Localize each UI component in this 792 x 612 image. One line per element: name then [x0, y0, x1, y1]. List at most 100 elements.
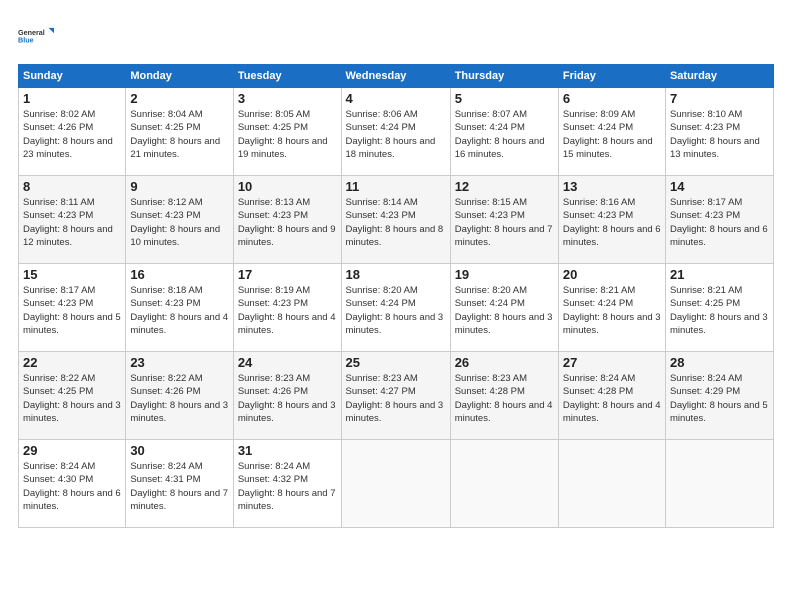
day-number: 31	[238, 443, 337, 458]
day-info: Sunrise: 8:18 AM Sunset: 4:23 PM Dayligh…	[130, 284, 228, 337]
calendar-cell: 14 Sunrise: 8:17 AM Sunset: 4:23 PM Dayli…	[665, 176, 773, 264]
day-number: 30	[130, 443, 228, 458]
day-number: 19	[455, 267, 554, 282]
day-number: 12	[455, 179, 554, 194]
calendar-table: SundayMondayTuesdayWednesdayThursdayFrid…	[18, 64, 774, 528]
logo-icon: General Blue	[18, 18, 54, 54]
calendar-cell: 11 Sunrise: 8:14 AM Sunset: 4:23 PM Dayli…	[341, 176, 450, 264]
calendar-cell	[665, 440, 773, 528]
calendar-cell: 12 Sunrise: 8:15 AM Sunset: 4:23 PM Dayli…	[450, 176, 558, 264]
calendar-body: 1 Sunrise: 8:02 AM Sunset: 4:26 PM Daylig…	[19, 88, 774, 528]
day-number: 16	[130, 267, 228, 282]
day-number: 5	[455, 91, 554, 106]
day-number: 28	[670, 355, 769, 370]
day-info: Sunrise: 8:23 AM Sunset: 4:28 PM Dayligh…	[455, 372, 554, 425]
day-info: Sunrise: 8:23 AM Sunset: 4:27 PM Dayligh…	[346, 372, 446, 425]
day-number: 6	[563, 91, 661, 106]
day-info: Sunrise: 8:16 AM Sunset: 4:23 PM Dayligh…	[563, 196, 661, 249]
day-number: 27	[563, 355, 661, 370]
calendar-cell: 1 Sunrise: 8:02 AM Sunset: 4:26 PM Daylig…	[19, 88, 126, 176]
calendar-week-row: 29 Sunrise: 8:24 AM Sunset: 4:30 PM Dayli…	[19, 440, 774, 528]
calendar-week-row: 22Sunrise: 8:22 AM Sunset: 4:25 PM Dayli…	[19, 352, 774, 440]
day-number: 15	[23, 267, 121, 282]
calendar-cell: 5Sunrise: 8:07 AM Sunset: 4:24 PM Daylig…	[450, 88, 558, 176]
day-number: 1	[23, 91, 121, 106]
calendar-week-row: 15 Sunrise: 8:17 AM Sunset: 4:23 PM Dayli…	[19, 264, 774, 352]
calendar-cell: 17Sunrise: 8:19 AM Sunset: 4:23 PM Dayli…	[233, 264, 341, 352]
day-info: Sunrise: 8:24 AM Sunset: 4:29 PM Dayligh…	[670, 372, 769, 425]
day-number: 17	[238, 267, 337, 282]
day-info: Sunrise: 8:11 AM Sunset: 4:23 PM Dayligh…	[23, 196, 121, 249]
calendar-cell: 24Sunrise: 8:23 AM Sunset: 4:26 PM Dayli…	[233, 352, 341, 440]
calendar-cell: 29 Sunrise: 8:24 AM Sunset: 4:30 PM Dayli…	[19, 440, 126, 528]
day-info: Sunrise: 8:05 AM Sunset: 4:25 PM Dayligh…	[238, 108, 337, 161]
weekday-header: Friday	[558, 65, 665, 88]
day-info: Sunrise: 8:12 AM Sunset: 4:23 PM Dayligh…	[130, 196, 228, 249]
day-number: 22	[23, 355, 121, 370]
day-number: 21	[670, 267, 769, 282]
day-number: 29	[23, 443, 121, 458]
day-number: 26	[455, 355, 554, 370]
day-info: Sunrise: 8:13 AM Sunset: 4:23 PM Dayligh…	[238, 196, 337, 249]
calendar-cell: 4 Sunrise: 8:06 AM Sunset: 4:24 PM Daylig…	[341, 88, 450, 176]
day-number: 3	[238, 91, 337, 106]
calendar-cell: 22Sunrise: 8:22 AM Sunset: 4:25 PM Dayli…	[19, 352, 126, 440]
calendar-cell: 25 Sunrise: 8:23 AM Sunset: 4:27 PM Dayli…	[341, 352, 450, 440]
day-number: 9	[130, 179, 228, 194]
logo: General Blue	[18, 18, 54, 54]
calendar-cell: 6 Sunrise: 8:09 AM Sunset: 4:24 PM Daylig…	[558, 88, 665, 176]
calendar-cell: 28 Sunrise: 8:24 AM Sunset: 4:29 PM Dayli…	[665, 352, 773, 440]
calendar-cell: 26 Sunrise: 8:23 AM Sunset: 4:28 PM Dayli…	[450, 352, 558, 440]
calendar-cell: 27Sunrise: 8:24 AM Sunset: 4:28 PM Dayli…	[558, 352, 665, 440]
calendar-cell: 16 Sunrise: 8:18 AM Sunset: 4:23 PM Dayli…	[126, 264, 233, 352]
day-number: 20	[563, 267, 661, 282]
weekday-header: Sunday	[19, 65, 126, 88]
day-number: 13	[563, 179, 661, 194]
day-info: Sunrise: 8:15 AM Sunset: 4:23 PM Dayligh…	[455, 196, 554, 249]
calendar-cell	[450, 440, 558, 528]
calendar-cell: 31 Sunrise: 8:24 AM Sunset: 4:32 PM Dayli…	[233, 440, 341, 528]
day-info: Sunrise: 8:21 AM Sunset: 4:25 PM Dayligh…	[670, 284, 769, 337]
day-info: Sunrise: 8:06 AM Sunset: 4:24 PM Dayligh…	[346, 108, 446, 161]
day-info: Sunrise: 8:17 AM Sunset: 4:23 PM Dayligh…	[23, 284, 121, 337]
calendar-cell: 23 Sunrise: 8:22 AM Sunset: 4:26 PM Dayli…	[126, 352, 233, 440]
calendar-cell: 19Sunrise: 8:20 AM Sunset: 4:24 PM Dayli…	[450, 264, 558, 352]
weekday-header: Wednesday	[341, 65, 450, 88]
day-number: 14	[670, 179, 769, 194]
day-info: Sunrise: 8:24 AM Sunset: 4:32 PM Dayligh…	[238, 460, 337, 513]
day-info: Sunrise: 8:02 AM Sunset: 4:26 PM Dayligh…	[23, 108, 121, 161]
calendar-cell: 2 Sunrise: 8:04 AM Sunset: 4:25 PM Daylig…	[126, 88, 233, 176]
calendar-cell	[558, 440, 665, 528]
calendar-week-row: 8 Sunrise: 8:11 AM Sunset: 4:23 PM Daylig…	[19, 176, 774, 264]
day-info: Sunrise: 8:09 AM Sunset: 4:24 PM Dayligh…	[563, 108, 661, 161]
day-number: 2	[130, 91, 228, 106]
calendar-cell: 13 Sunrise: 8:16 AM Sunset: 4:23 PM Dayli…	[558, 176, 665, 264]
calendar-page: General Blue SundayMondayTuesdayWednesda…	[0, 0, 792, 612]
day-info: Sunrise: 8:10 AM Sunset: 4:23 PM Dayligh…	[670, 108, 769, 161]
day-number: 4	[346, 91, 446, 106]
weekday-header: Thursday	[450, 65, 558, 88]
day-number: 25	[346, 355, 446, 370]
weekday-header: Monday	[126, 65, 233, 88]
weekday-header-row: SundayMondayTuesdayWednesdayThursdayFrid…	[19, 65, 774, 88]
day-number: 11	[346, 179, 446, 194]
page-header: General Blue	[18, 18, 774, 54]
calendar-cell: 18Sunrise: 8:20 AM Sunset: 4:24 PM Dayli…	[341, 264, 450, 352]
calendar-cell: 3 Sunrise: 8:05 AM Sunset: 4:25 PM Daylig…	[233, 88, 341, 176]
day-number: 10	[238, 179, 337, 194]
day-info: Sunrise: 8:04 AM Sunset: 4:25 PM Dayligh…	[130, 108, 228, 161]
calendar-cell: 9 Sunrise: 8:12 AM Sunset: 4:23 PM Daylig…	[126, 176, 233, 264]
calendar-cell: 20 Sunrise: 8:21 AM Sunset: 4:24 PM Dayli…	[558, 264, 665, 352]
day-info: Sunrise: 8:21 AM Sunset: 4:24 PM Dayligh…	[563, 284, 661, 337]
day-number: 8	[23, 179, 121, 194]
svg-text:Blue: Blue	[18, 36, 34, 45]
day-info: Sunrise: 8:14 AM Sunset: 4:23 PM Dayligh…	[346, 196, 446, 249]
calendar-cell: 7 Sunrise: 8:10 AM Sunset: 4:23 PM Daylig…	[665, 88, 773, 176]
calendar-cell	[341, 440, 450, 528]
day-info: Sunrise: 8:22 AM Sunset: 4:26 PM Dayligh…	[130, 372, 228, 425]
day-info: Sunrise: 8:24 AM Sunset: 4:30 PM Dayligh…	[23, 460, 121, 513]
day-number: 23	[130, 355, 228, 370]
day-number: 18	[346, 267, 446, 282]
day-number: 7	[670, 91, 769, 106]
day-info: Sunrise: 8:17 AM Sunset: 4:23 PM Dayligh…	[670, 196, 769, 249]
